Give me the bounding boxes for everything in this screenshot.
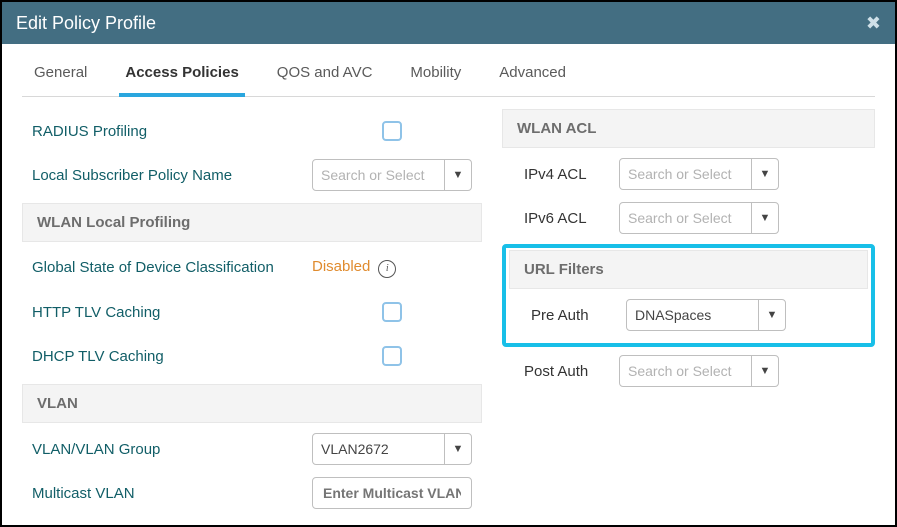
- radius-profiling-checkbox[interactable]: [382, 121, 402, 141]
- local-subscriber-policy-value: Search or Select: [313, 160, 444, 190]
- post-auth-value: Search or Select: [620, 356, 751, 386]
- tab-access-policies[interactable]: Access Policies: [119, 50, 244, 97]
- vlan-header: VLAN: [22, 384, 482, 423]
- wlan-acl-header: WLAN ACL: [502, 109, 875, 148]
- chevron-down-icon: [444, 160, 471, 190]
- chevron-down-icon: [751, 159, 778, 189]
- chevron-down-icon: [751, 356, 778, 386]
- global-state-value: Disabled: [312, 258, 370, 275]
- post-auth-label: Post Auth: [524, 363, 619, 380]
- pre-auth-value: DNASpaces: [627, 300, 758, 330]
- wlan-local-profiling-header: WLAN Local Profiling: [22, 203, 482, 242]
- info-icon[interactable]: i: [378, 260, 396, 278]
- ipv4-acl-value: Search or Select: [620, 159, 751, 189]
- chevron-down-icon: [444, 434, 471, 464]
- post-auth-select[interactable]: Search or Select: [619, 355, 779, 387]
- local-subscriber-policy-label: Local Subscriber Policy Name: [32, 167, 312, 184]
- tab-advanced[interactable]: Advanced: [493, 50, 572, 96]
- vlan-group-value: VLAN2672: [313, 434, 444, 464]
- tab-bar: General Access Policies QOS and AVC Mobi…: [22, 50, 875, 97]
- tab-qos-avc[interactable]: QOS and AVC: [271, 50, 379, 96]
- tab-general[interactable]: General: [28, 50, 93, 96]
- global-state-label: Global State of Device Classification: [32, 259, 312, 276]
- dialog-title: Edit Policy Profile: [16, 13, 156, 34]
- dhcp-tlv-checkbox[interactable]: [382, 346, 402, 366]
- tab-mobility[interactable]: Mobility: [404, 50, 467, 96]
- dhcp-tlv-label: DHCP TLV Caching: [32, 348, 312, 365]
- url-filters-highlight: URL Filters Pre Auth DNASpaces: [502, 244, 875, 347]
- pre-auth-select[interactable]: DNASpaces: [626, 299, 786, 331]
- multicast-vlan-input[interactable]: [312, 477, 472, 509]
- local-subscriber-policy-select[interactable]: Search or Select: [312, 159, 472, 191]
- multicast-vlan-label: Multicast VLAN: [32, 485, 312, 502]
- ipv6-acl-label: IPv6 ACL: [524, 210, 619, 227]
- close-icon[interactable]: ✖: [866, 13, 881, 34]
- url-filters-header: URL Filters: [509, 250, 868, 289]
- ipv4-acl-select[interactable]: Search or Select: [619, 158, 779, 190]
- http-tlv-label: HTTP TLV Caching: [32, 304, 312, 321]
- chevron-down-icon: [751, 203, 778, 233]
- pre-auth-label: Pre Auth: [531, 307, 626, 324]
- ipv6-acl-select[interactable]: Search or Select: [619, 202, 779, 234]
- http-tlv-checkbox[interactable]: [382, 302, 402, 322]
- radius-profiling-label: RADIUS Profiling: [32, 123, 312, 140]
- ipv6-acl-value: Search or Select: [620, 203, 751, 233]
- chevron-down-icon: [758, 300, 785, 330]
- vlan-group-label: VLAN/VLAN Group: [32, 441, 312, 458]
- ipv4-acl-label: IPv4 ACL: [524, 166, 619, 183]
- vlan-group-select[interactable]: VLAN2672: [312, 433, 472, 465]
